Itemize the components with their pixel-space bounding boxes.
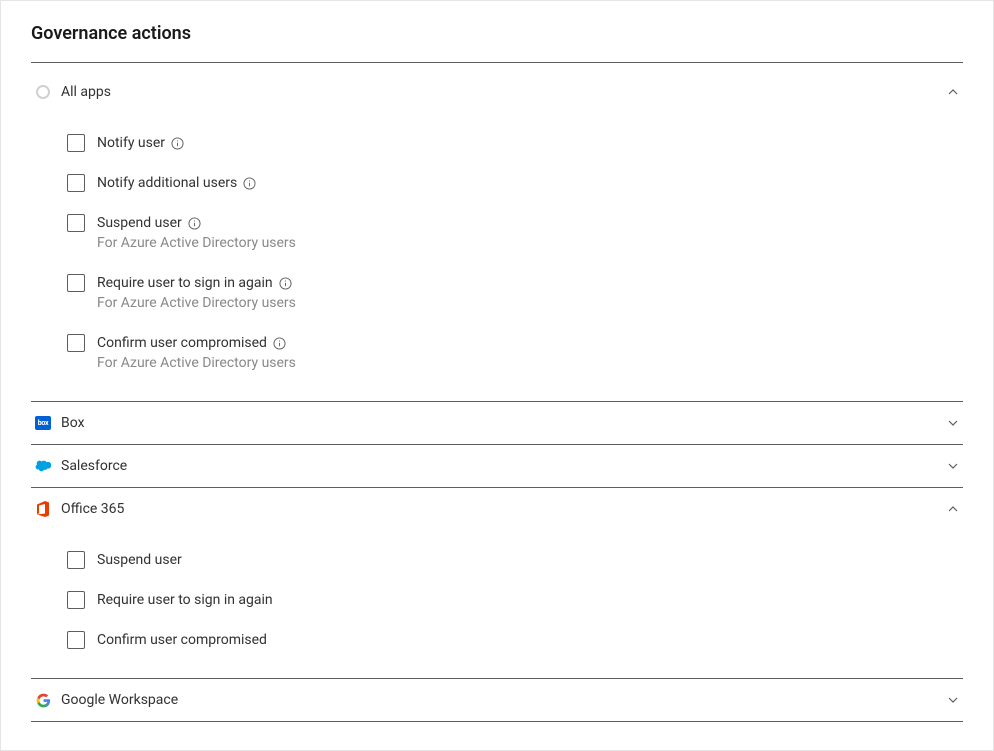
section-body-office365: Suspend user Require user to sign in aga… <box>31 530 963 678</box>
chevron-up-icon <box>947 86 959 98</box>
section-header-office365[interactable]: Office 365 <box>31 488 963 530</box>
checkbox-suspend-user[interactable] <box>67 214 85 232</box>
action-label: Suspend user <box>97 550 182 570</box>
section-google: Google Workspace <box>31 679 963 722</box>
chevron-up-icon <box>947 503 959 515</box>
checkbox-notify-additional-users[interactable] <box>67 174 85 192</box>
box-icon <box>35 415 51 431</box>
action-label: Confirm user compromised <box>97 333 267 353</box>
action-label: Notify user <box>97 133 165 153</box>
action-item: Require user to sign in again For Azure … <box>67 273 963 313</box>
action-item: Confirm user compromised <box>67 630 963 650</box>
action-label: Require user to sign in again <box>97 590 273 610</box>
info-icon[interactable] <box>243 177 256 190</box>
section-label: Box <box>61 415 937 431</box>
divider <box>31 62 963 63</box>
section-label: All apps <box>61 84 937 100</box>
action-label: Suspend user <box>97 213 182 233</box>
action-hint: For Azure Active Directory users <box>97 233 296 253</box>
all-apps-icon <box>35 84 51 100</box>
section-label: Salesforce <box>61 458 937 474</box>
section-box: Box <box>31 402 963 445</box>
checkbox-confirm-compromised[interactable] <box>67 334 85 352</box>
panel-title: Governance actions <box>31 23 963 44</box>
info-icon[interactable] <box>171 137 184 150</box>
checkbox-confirm-compromised-o365[interactable] <box>67 631 85 649</box>
action-item: Require user to sign in again <box>67 590 963 610</box>
section-salesforce: Salesforce <box>31 445 963 488</box>
section-header-salesforce[interactable]: Salesforce <box>31 445 963 487</box>
section-label: Google Workspace <box>61 692 937 708</box>
chevron-down-icon <box>947 694 959 706</box>
chevron-down-icon <box>947 417 959 429</box>
section-body-all-apps: Notify user Notify additional users <box>31 113 963 401</box>
section-header-box[interactable]: Box <box>31 402 963 444</box>
governance-actions-panel: Governance actions All apps Notify user <box>0 0 994 751</box>
action-label: Require user to sign in again <box>97 273 273 293</box>
action-item: Suspend user For Azure Active Directory … <box>67 213 963 253</box>
info-icon[interactable] <box>188 217 201 230</box>
office365-icon <box>35 501 51 517</box>
action-item: Suspend user <box>67 550 963 570</box>
section-label: Office 365 <box>61 501 937 517</box>
google-workspace-icon <box>35 692 51 708</box>
checkbox-notify-user[interactable] <box>67 134 85 152</box>
action-item: Confirm user compromised For Azure Activ… <box>67 333 963 373</box>
action-label: Notify additional users <box>97 173 237 193</box>
info-icon[interactable] <box>279 277 292 290</box>
checkbox-suspend-user-o365[interactable] <box>67 551 85 569</box>
section-header-google[interactable]: Google Workspace <box>31 679 963 721</box>
section-all-apps: All apps Notify user <box>31 71 963 402</box>
chevron-down-icon <box>947 460 959 472</box>
checkbox-require-signin-again-o365[interactable] <box>67 591 85 609</box>
action-hint: For Azure Active Directory users <box>97 293 296 313</box>
action-item: Notify user <box>67 133 963 153</box>
salesforce-icon <box>35 458 51 474</box>
action-item: Notify additional users <box>67 173 963 193</box>
info-icon[interactable] <box>273 337 286 350</box>
action-label: Confirm user compromised <box>97 630 267 650</box>
checkbox-require-signin-again[interactable] <box>67 274 85 292</box>
section-header-all-apps[interactable]: All apps <box>31 71 963 113</box>
action-hint: For Azure Active Directory users <box>97 353 296 373</box>
section-office365: Office 365 Suspend user Require user to … <box>31 488 963 679</box>
